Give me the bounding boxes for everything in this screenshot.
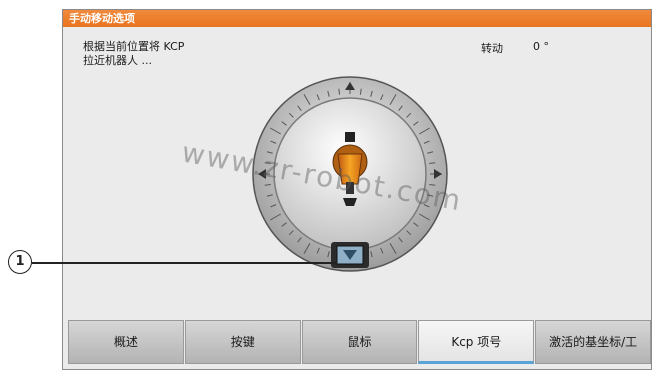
info-text: 根据当前位置将 KCP 拉近机器人 ... bbox=[83, 40, 184, 68]
info-text-line1: 根据当前位置将 KCP bbox=[83, 40, 185, 53]
rotation-label: 转动 bbox=[481, 42, 503, 55]
tab-overview[interactable]: 概述 bbox=[68, 320, 184, 364]
tab-mouse[interactable]: 鼠标 bbox=[301, 320, 418, 364]
callout-marker: 1 bbox=[8, 250, 32, 274]
window-title: 手动移动选项 bbox=[63, 10, 651, 27]
tab-active-base-tool[interactable]: 激活的基坐标/工 bbox=[535, 320, 651, 364]
info-text-line2: 拉近机器人 ... bbox=[83, 54, 152, 67]
kcp-pendant-icon bbox=[331, 242, 369, 268]
tab-kcp-position[interactable]: Kcp 项号 bbox=[418, 320, 535, 364]
tab-bar: 概述 按键 鼠标 Kcp 项号 激活的基坐标/工 bbox=[68, 320, 652, 366]
callout-line bbox=[32, 262, 337, 264]
tab-keys[interactable]: 按键 bbox=[184, 320, 301, 364]
rotation-value: 0 ° bbox=[533, 40, 549, 53]
